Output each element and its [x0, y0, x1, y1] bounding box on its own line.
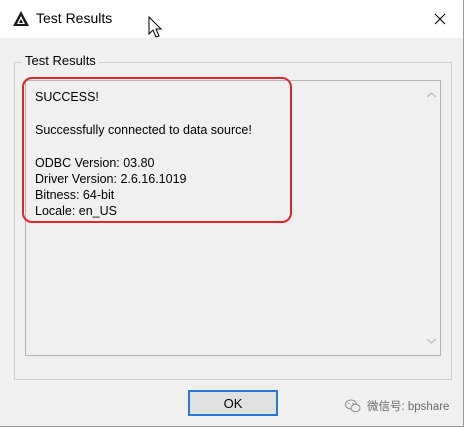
- ok-button[interactable]: OK: [188, 390, 278, 416]
- scroll-down-arrow-icon[interactable]: [426, 337, 437, 345]
- test-results-dialog: Test Results Test Results SUCCESS! Succe…: [0, 0, 464, 427]
- close-icon[interactable]: [418, 4, 462, 34]
- watermark-text: 微信号: bpshare: [367, 401, 450, 413]
- mouse-cursor-icon: [148, 16, 163, 38]
- wechat-icon: [345, 399, 361, 413]
- ok-button-label: OK: [223, 395, 243, 411]
- group-label: Test Results: [22, 53, 99, 68]
- app-logo-icon: [13, 11, 29, 26]
- window-title: Test Results: [36, 10, 113, 26]
- scroll-up-arrow-icon[interactable]: [426, 91, 437, 99]
- title-bar[interactable]: Test Results: [0, 0, 463, 38]
- red-highlight-annotation: [22, 77, 292, 223]
- vertical-scrollbar[interactable]: [423, 81, 440, 355]
